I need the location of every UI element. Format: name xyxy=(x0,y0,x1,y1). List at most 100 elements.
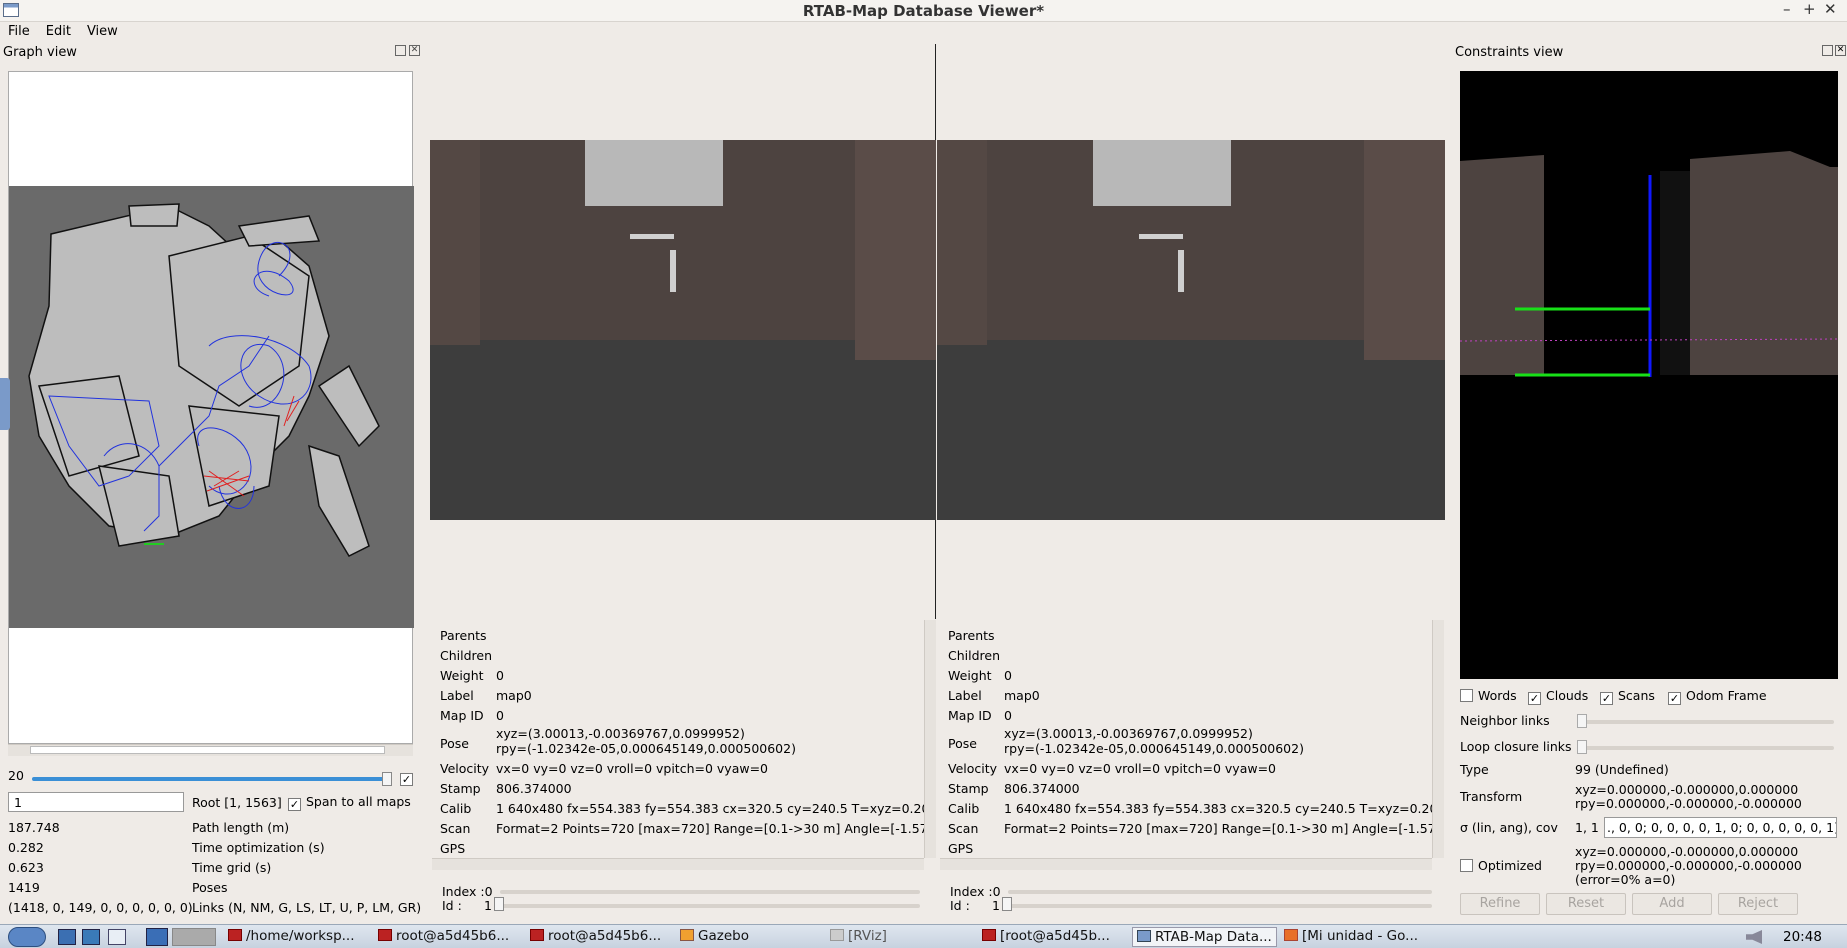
index-slider-left[interactable] xyxy=(500,890,920,894)
odom-frame-label: Odom Frame xyxy=(1686,688,1767,703)
menu-bar: File Edit View xyxy=(0,22,1847,44)
task-button[interactable]: root@a5d45b6... xyxy=(378,927,509,947)
clouds-label: Clouds xyxy=(1546,688,1589,703)
id-slider-left[interactable] xyxy=(500,904,920,908)
info-key: Velocity xyxy=(440,761,490,776)
covariance-input-value: ., 0, 0; 0, 0, 0, 0, 1, 0; 0, 0, 0, 0, 0… xyxy=(1607,820,1837,835)
volume-icon[interactable] xyxy=(1746,930,1762,944)
image-view-left[interactable] xyxy=(430,44,936,619)
info-left-vscroll[interactable] xyxy=(924,620,936,858)
dock-float-icon[interactable] xyxy=(1822,45,1833,56)
info-key: Pose xyxy=(440,736,469,751)
dock-close-icon[interactable]: ✕ xyxy=(1835,45,1846,56)
odom-frame-checkbox[interactable]: ✓ Odom Frame xyxy=(1668,688,1767,705)
dock-float-icon[interactable] xyxy=(395,45,406,56)
start-menu-icon[interactable] xyxy=(8,927,46,947)
constraints-3d-view[interactable] xyxy=(1459,71,1839,679)
id-label-left: Id : xyxy=(442,898,462,913)
optimized-error: (error=0% a=0) xyxy=(1575,872,1676,887)
words-label: Words xyxy=(1478,688,1517,703)
index-slider-right[interactable] xyxy=(1008,890,1432,894)
info-key: Velocity xyxy=(948,761,998,776)
menu-view[interactable]: View xyxy=(79,22,126,39)
info-value: 0 xyxy=(496,708,504,723)
covariance-input[interactable]: ., 0, 0; 0, 0, 0, 0, 1, 0; 0, 0, 0, 0, 0… xyxy=(1604,817,1837,838)
optimized-checkbox[interactable]: Optimized xyxy=(1460,858,1542,873)
loop-closure-links-handle[interactable] xyxy=(1577,740,1587,754)
info-value: 1 640x480 fx=554.383 fy=554.383 cx=320.5… xyxy=(496,801,924,816)
id-slider-handle-left[interactable] xyxy=(494,897,504,911)
id-value-right: 1 xyxy=(992,898,1000,913)
info-value: xyz=(3.00013,-0.00369767,0.0999952) xyxy=(1004,726,1253,741)
terminal-icon xyxy=(982,929,996,941)
task-button[interactable]: [root@a5d45b... xyxy=(982,927,1110,947)
task-button[interactable]: Gazebo xyxy=(680,927,749,947)
span-all-maps-checkbox[interactable]: ✓ Span to all maps xyxy=(288,794,411,811)
graph-view-title: Graph view xyxy=(3,45,77,60)
task-button[interactable]: /home/worksp... xyxy=(228,927,355,947)
graph-slider-value: 20 xyxy=(8,768,24,783)
stat-value: 0.282 xyxy=(8,840,44,855)
id-slider-right[interactable] xyxy=(1008,904,1432,908)
reset-button[interactable]: Reset xyxy=(1546,893,1626,915)
index-value-left: 0 xyxy=(484,884,493,899)
file-manager-icon[interactable] xyxy=(58,929,76,945)
side-panel-toggle[interactable] xyxy=(0,378,10,430)
info-key: Scan xyxy=(948,821,979,836)
terminal-icon[interactable] xyxy=(82,929,100,945)
info-value: 0 xyxy=(1004,708,1012,723)
browser-icon[interactable] xyxy=(108,929,126,945)
loop-closure-links-slider[interactable] xyxy=(1580,746,1834,750)
image-view-right[interactable] xyxy=(937,44,1445,619)
menu-file[interactable]: File xyxy=(0,22,38,39)
close-button[interactable]: ✕ xyxy=(1824,0,1837,18)
scans-checkbox[interactable]: ✓ Scans xyxy=(1600,688,1655,705)
info-key: Parents xyxy=(440,628,487,643)
info-key: Weight xyxy=(440,668,484,683)
words-checkbox[interactable]: Words xyxy=(1460,688,1517,703)
graph-slider-check[interactable]: ✓ xyxy=(400,770,418,786)
task-button[interactable]: root@a5d45b6... xyxy=(530,927,661,947)
clouds-checkbox[interactable]: ✓ Clouds xyxy=(1528,688,1588,705)
task-button-active[interactable]: RTAB-Map Data... xyxy=(1132,927,1277,947)
graph-slider[interactable] xyxy=(32,777,388,781)
info-key: Weight xyxy=(948,668,992,683)
type-label: Type xyxy=(1460,762,1489,777)
menu-edit[interactable]: Edit xyxy=(38,22,79,39)
node-info-right: Parents Children Weight 0 Label map0 Map I… xyxy=(940,620,1432,858)
info-key: Stamp xyxy=(440,781,481,796)
info-left-hscroll[interactable] xyxy=(432,858,924,870)
task-button[interactable]: [RViz] xyxy=(830,927,887,947)
graph-stats: 187.748 Path length (m) 0.282 Time optim… xyxy=(8,820,421,920)
info-key: Scan xyxy=(440,821,471,836)
add-button[interactable]: Add xyxy=(1632,893,1712,915)
id-slider-handle-right[interactable] xyxy=(1002,897,1012,911)
neighbor-links-handle[interactable] xyxy=(1577,714,1587,728)
terminal-icon xyxy=(228,929,242,941)
graph-canvas[interactable] xyxy=(8,71,414,744)
index-label-left: Index :0 xyxy=(442,884,493,899)
camera-image-left xyxy=(430,140,936,520)
refine-button[interactable]: Refine xyxy=(1460,893,1540,915)
stat-value: 0.623 xyxy=(8,860,44,875)
desktop-switcher-icon-2[interactable] xyxy=(172,928,216,946)
info-key: Calib xyxy=(948,801,980,816)
id-spinbox[interactable]: 1 xyxy=(8,792,184,812)
terminal-icon xyxy=(378,929,392,941)
reject-button[interactable]: Reject xyxy=(1718,893,1798,915)
graph-hscroll-thumb[interactable] xyxy=(30,746,385,754)
info-right-hscroll[interactable] xyxy=(940,858,1432,870)
index-value-right: 0 xyxy=(992,884,1001,899)
sigma-label: σ (lin, ang), cov xyxy=(1460,820,1558,835)
info-right-vscroll[interactable] xyxy=(1432,620,1444,858)
dock-close-icon[interactable]: ✕ xyxy=(409,45,420,56)
task-button[interactable]: [Mi unidad - Go... xyxy=(1284,927,1418,947)
minimize-button[interactable]: – xyxy=(1783,0,1791,18)
info-value: Format=2 Points=720 [max=720] Range=[0.1… xyxy=(496,821,924,836)
neighbor-links-slider[interactable] xyxy=(1580,720,1834,724)
desktop-switcher-icon[interactable] xyxy=(146,928,168,946)
id-value-left: 1 xyxy=(484,898,492,913)
maximize-button[interactable]: + xyxy=(1803,0,1816,18)
info-value: map0 xyxy=(1004,688,1040,703)
graph-slider-handle[interactable] xyxy=(382,772,392,786)
